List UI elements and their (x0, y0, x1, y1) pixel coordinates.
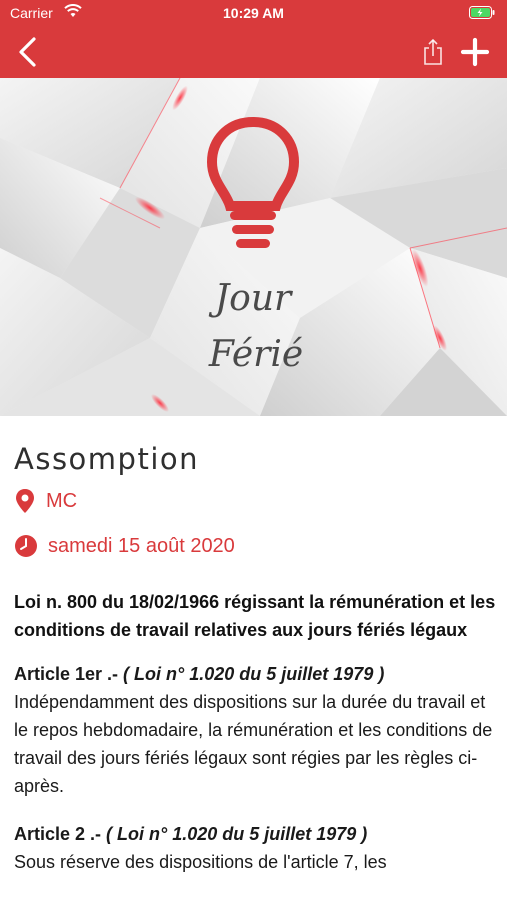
article-reference: ( Loi n° 1.020 du 5 juillet 1979 ) (123, 664, 385, 684)
banner-text-line2: Férié (208, 334, 303, 375)
share-icon (424, 38, 442, 65)
holiday-name: Assomption (14, 442, 200, 476)
clock-icon (15, 535, 37, 557)
article-heading: Article 1er .- (14, 664, 124, 684)
banner-text-line1: Jour (208, 278, 293, 319)
share-button[interactable] (420, 36, 446, 68)
location-row: MC (14, 488, 496, 514)
back-button[interactable] (14, 36, 44, 68)
navigation-bar (0, 26, 507, 78)
holiday-banner-image: Jour Férié (0, 78, 507, 416)
article-text: Sous réserve des dispositions de l'artic… (14, 852, 387, 872)
location-pin-icon (16, 489, 34, 513)
article-2: Article 2 .- ( Loi n° 1.020 du 5 juillet… (14, 820, 496, 876)
holiday-details: Assomption MC samedi 15 août 2020 Loi n.… (14, 416, 496, 876)
location-label: MC (46, 489, 78, 512)
article-heading: Article 2 .- (14, 824, 107, 844)
clock-time: 10:29 AM (223, 5, 284, 21)
law-title: Loi n. 800 du 18/02/1966 régissant la ré… (14, 592, 496, 640)
date-row: samedi 15 août 2020 (14, 534, 496, 558)
status-bar: Carrier 10:29 AM (0, 0, 507, 26)
article-reference: ( Loi n° 1.020 du 5 juillet 1979 ) (106, 824, 368, 844)
date-label: samedi 15 août 2020 (48, 534, 235, 557)
battery-icon (469, 6, 495, 22)
article-1: Article 1er .- ( Loi n° 1.020 du 5 juill… (14, 660, 496, 800)
plus-icon (460, 37, 490, 67)
add-button[interactable] (458, 36, 492, 68)
article-text: Indépendamment des dispositions sur la d… (14, 692, 493, 796)
